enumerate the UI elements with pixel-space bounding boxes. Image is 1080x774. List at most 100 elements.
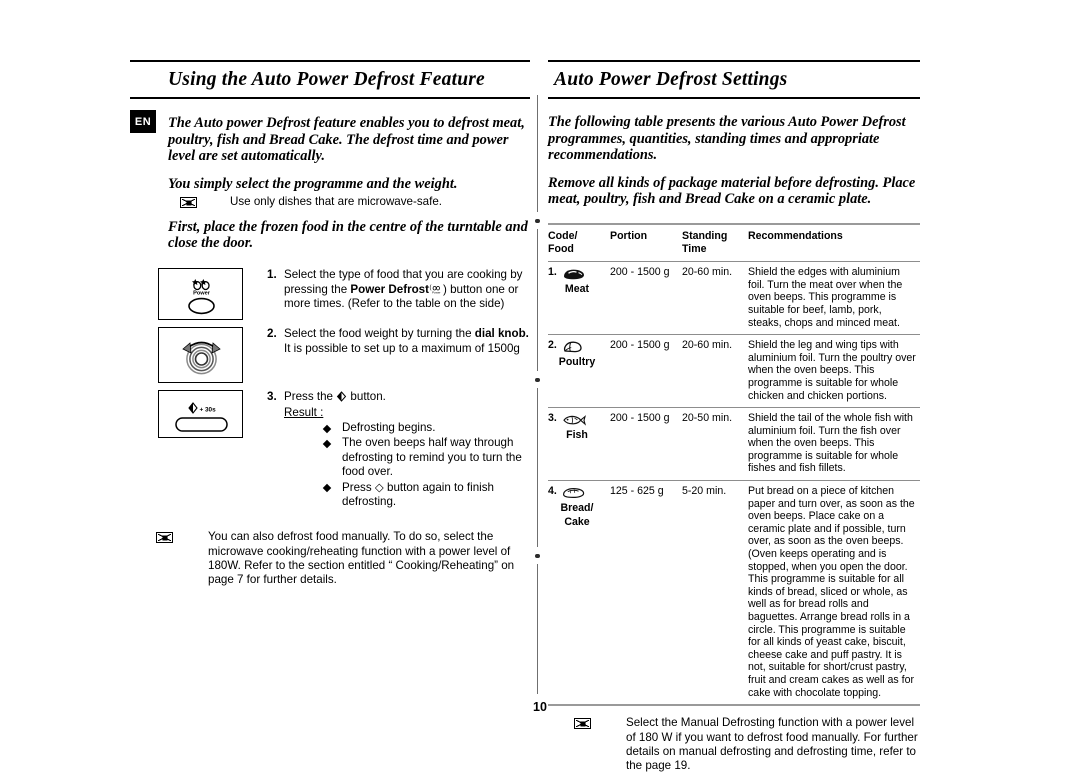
step-2-text: Select the food weight by turning the di… [284,327,530,356]
note-icon [180,197,197,209]
step-3-text-before: Press the [284,389,337,403]
column-header-code-line2: Food [548,242,574,255]
right-lead-paragraph-2: Remove all kinds of package material bef… [548,174,916,208]
result-item: Defrosting begins. [322,421,530,436]
row-recommendations: Shield the tail of the whole fish with a… [748,412,913,475]
step-3-body: 3. Press the button. Result : Defrosting… [243,390,530,510]
step-3: + 30s 3. Press the button. Result : Defr… [158,389,530,510]
row-portion: 200 - 1500 g [610,339,670,352]
table-row: 3. Fish 200 - 1500 g 20-50 min. Shield t… [548,407,920,481]
row-food-label-line2: Cake [564,516,590,529]
table-row: 4. Bread/ Cake 125 - 625 g 5-20 min. Put… [548,480,920,705]
meat-icon [561,267,587,281]
row-portion: 200 - 1500 g [610,266,670,279]
note-icon [574,718,591,730]
step-2-text-after: It is possible to set up to a maximum of… [284,341,520,355]
power-defrost-button-illustration: Power [158,267,243,320]
row-recommendations: Shield the edges with aluminium foil. Tu… [748,266,903,329]
step-1-number: 1. [267,267,277,281]
svg-text:Power: Power [432,290,441,294]
row-portion: 200 - 1500 g [610,412,670,425]
svg-text:+ 30s: + 30s [200,407,217,414]
step-1: Power 1. Select the type of food that yo… [158,267,530,320]
right-section-title: Auto Power Defrost Settings [554,69,788,90]
step-3-number: 3. [267,389,277,403]
row-code-cell: 2. Poultry [548,335,610,408]
left-lead-paragraph-2: You simply select the programme and the … [168,175,458,192]
page: EN Using the Auto Power Defrost Feature … [0,0,1080,772]
note-manual-defrost-text: You can also defrost food manually. To d… [208,530,515,587]
step-3-text-after: button. [347,389,386,403]
step-2-body: 2. Select the food weight by turning the… [243,327,530,356]
result-label: Result : [284,405,324,419]
table-bottom-rule [548,704,920,707]
start-glyph-icon [336,391,347,402]
left-column: Using the Auto Power Defrost Feature The… [130,60,530,588]
steps-list: Power 1. Select the type of food that yo… [130,267,530,510]
page-number: 10 [533,700,547,714]
column-header-code-food: Code/ Food [548,225,610,262]
table-body: 1. Meat 200 - 1500 g 20-60 min. Shield t… [548,261,920,705]
row-number: 1. [548,266,557,279]
result-item: The oven beeps half way through defrosti… [322,436,530,480]
result-item: Press ◇ button again to finish defrostin… [322,481,530,510]
dial-knob-illustration [158,326,243,383]
left-lead-paragraph-1: The Auto power Defrost feature enables y… [168,115,525,165]
note-manual-defrosting-text: Select the Manual Defrosting function wi… [626,716,918,773]
note-icon [156,532,173,544]
step-2-bold-term: dial knob. [474,326,529,340]
step-3-text: Press the button. [284,390,530,405]
row-code-cell: 4. Bread/ Cake [548,481,610,705]
row-recommendations: Shield the leg and wing tips with alumin… [748,339,916,402]
note-manual-defrost: You can also defrost food manually. To d… [130,530,530,588]
power-defrost-glyph-icon: (Power [429,284,443,295]
step-2: 2. Select the food weight by turning the… [158,326,530,383]
svg-text:Power: Power [193,290,211,296]
poultry-icon [561,340,587,354]
row-food-label-line1: Bread/ [560,502,594,515]
note-microwave-safe: Use only dishes that are microwave-safe. [130,195,530,209]
column-divider [535,95,540,695]
bread-cake-icon [561,486,587,500]
step-2-number: 2. [267,326,277,340]
column-header-portion: Portion [610,229,648,242]
step-1-text: Select the type of food that you are coo… [284,268,530,312]
left-lead-paragraph-3: First, place the frozen food in the cent… [168,218,528,252]
column-header-recommendations: Recommendations [748,229,843,242]
table-row: 2. Poultry 200 - 1500 g 20-60 min. Shiel… [548,334,920,408]
row-number: 3. [548,412,557,425]
step-1-bold-term: Power Defrost [350,282,429,296]
right-lead-paragraph-1: The following table presents the various… [548,114,906,164]
right-column: Auto Power Defrost Settings The followin… [548,60,920,774]
fish-icon [561,413,587,427]
row-code-cell: 1. Meat [548,262,610,335]
table-row: 1. Meat 200 - 1500 g 20-60 min. Shield t… [548,261,920,335]
column-header-standing-line1: Standing [682,229,728,242]
row-food-label: Poultry [558,356,596,369]
table-header-row: Code/ Food Portion Standing Time Recomme… [548,225,920,262]
left-section-title: Using the Auto Power Defrost Feature [168,69,485,90]
row-standing-time: 5-20 min. [682,485,727,498]
step-1-body: 1. Select the type of food that you are … [243,268,530,312]
note-microwave-safe-text: Use only dishes that are microwave-safe. [230,195,442,209]
row-number: 2. [548,339,557,352]
column-header-code-line1: Code/ [548,229,578,242]
column-header-standing-line2: Time [682,242,707,255]
row-standing-time: 20-60 min. [682,266,733,279]
row-portion: 125 - 625 g [610,485,664,498]
start-30s-button-illustration: + 30s [158,389,243,438]
row-recommendations: Put bread on a piece of kitchen paper an… [748,485,915,699]
note-manual-defrosting: Select the Manual Defrosting function wi… [548,716,920,774]
result-list: Defrosting begins. The oven beeps half w… [322,421,530,510]
defrost-settings-table: Code/ Food Portion Standing Time Recomme… [548,225,920,704]
step-2-text-before: Select the food weight by turning the [284,326,475,340]
row-food-label: Meat [564,283,590,296]
row-food-label: Fish [566,429,588,442]
table-head: Code/ Food Portion Standing Time Recomme… [548,225,920,262]
row-standing-time: 20-50 min. [682,412,733,425]
defrost-settings-table-wrapper: Code/ Food Portion Standing Time Recomme… [548,222,920,707]
row-standing-time: 20-60 min. [682,339,733,352]
column-header-standing-time: Standing Time [682,225,748,262]
row-number: 4. [548,485,557,498]
row-code-cell: 3. Fish [548,408,610,481]
